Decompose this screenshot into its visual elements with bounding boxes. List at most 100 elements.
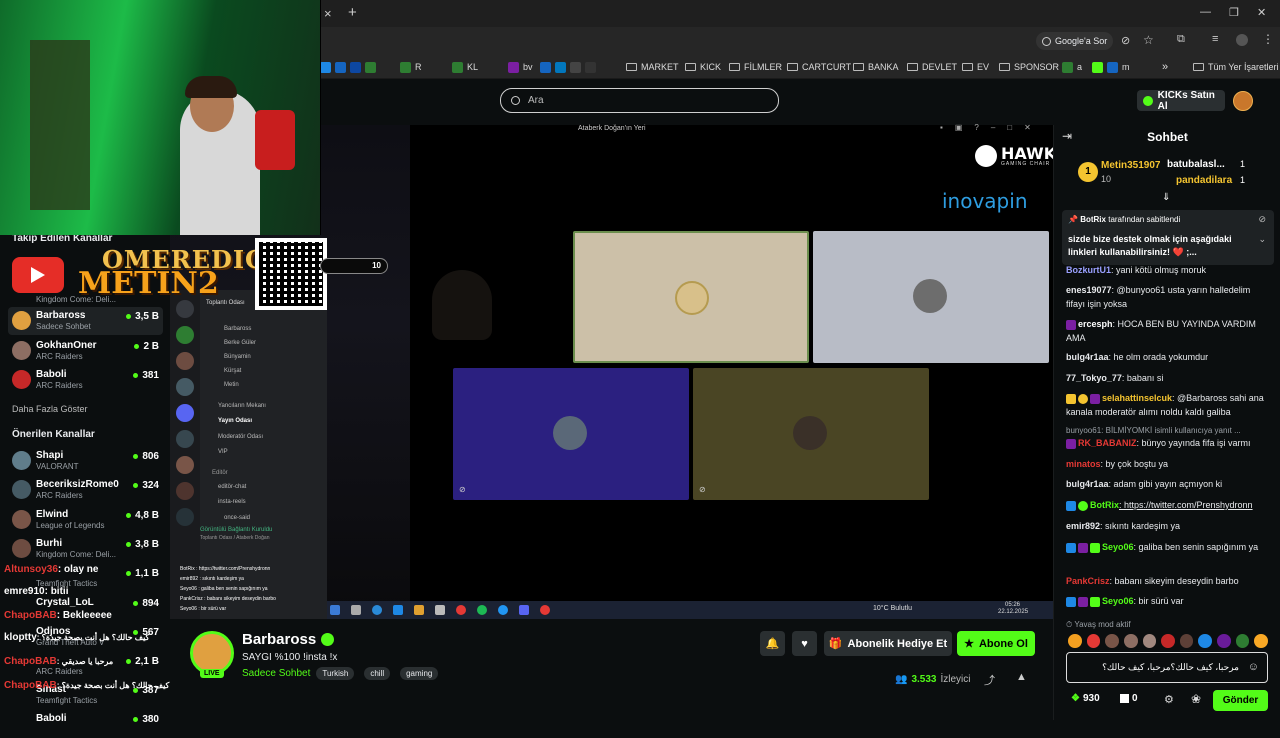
discord-voice-user[interactable]: Berke Güler bbox=[224, 340, 256, 346]
share-icon[interactable]: ⤴ bbox=[984, 672, 995, 688]
leaderboard-user[interactable]: pandadilara bbox=[1176, 175, 1232, 186]
more-menu-icon[interactable]: ⋮ bbox=[1262, 32, 1274, 46]
media-icon[interactable]: ≡ bbox=[1212, 33, 1218, 45]
show-more-link[interactable]: Daha Fazla Göster bbox=[12, 404, 88, 414]
tag[interactable]: Turkish bbox=[316, 667, 355, 680]
video-tile-2[interactable] bbox=[813, 231, 1049, 363]
discord-text-channel[interactable]: once-said bbox=[224, 515, 250, 521]
discord-voice-user[interactable]: Metin bbox=[224, 382, 239, 388]
discord-channel[interactable]: Moderatör Odası bbox=[218, 434, 263, 440]
bookmark-folder-kick[interactable]: KICK bbox=[685, 59, 721, 75]
chat-message: minatos: by çok boştu ya bbox=[1066, 459, 1169, 469]
close-window-icon[interactable]: ✕ bbox=[1257, 6, 1266, 19]
discord-category[interactable]: Editör bbox=[212, 470, 228, 476]
bookmark-folder-devlet[interactable]: DEVLET bbox=[907, 59, 957, 75]
bookmark-folder-filmler[interactable]: FİLMLER bbox=[729, 59, 782, 75]
search-input[interactable]: Ara bbox=[500, 88, 779, 113]
user-avatar[interactable] bbox=[1233, 91, 1253, 111]
meeting-window-controls[interactable]: ▪▣?–□✕ bbox=[940, 123, 1043, 132]
leaderboard-user[interactable]: Metin351907 bbox=[1101, 160, 1160, 171]
minimize-icon[interactable]: — bbox=[1200, 6, 1211, 18]
restore-icon[interactable]: ❐ bbox=[1229, 6, 1239, 19]
discord-channel[interactable]: Yancıların Mekanı bbox=[218, 403, 266, 409]
taskbar-apps[interactable] bbox=[330, 605, 550, 615]
bookmark-r[interactable]: R bbox=[400, 59, 422, 75]
expand-leaderboard-icon[interactable]: ⇓ bbox=[1162, 192, 1170, 203]
discord-text-channel[interactable]: insta-reels bbox=[218, 499, 246, 505]
video-tile-3[interactable]: ⊘ bbox=[453, 368, 689, 500]
discord-channel-active[interactable]: Yayın Odası bbox=[218, 418, 252, 424]
bookmark-all-folder[interactable]: Tüm Yer İşaretleri bbox=[1193, 59, 1279, 75]
report-icon[interactable]: ▲ bbox=[1016, 671, 1027, 683]
folder-icon bbox=[1193, 63, 1204, 71]
new-tab-button[interactable]: + bbox=[348, 4, 357, 21]
bookmark-icons-group[interactable] bbox=[320, 59, 376, 75]
close-tab-icon[interactable]: × bbox=[324, 6, 332, 21]
participant-avatar bbox=[675, 281, 709, 315]
unpin-icon[interactable]: ⊘ bbox=[1258, 214, 1266, 225]
profile-avatar[interactable] bbox=[1236, 34, 1248, 46]
bookmark-icons-group-2[interactable] bbox=[540, 59, 596, 75]
sidebar-channel-barbaross[interactable]: Barbaross Sadece Sohbet 3,5 B bbox=[8, 307, 163, 335]
emoji-icon[interactable]: ☺ bbox=[1248, 661, 1259, 673]
google-ask-button[interactable]: Google'a Sor bbox=[1036, 32, 1114, 50]
extensions-icon[interactable]: ⧉ bbox=[1177, 33, 1185, 46]
chat-input[interactable]: مرحبا، كيف حالك؟مرحبا، كيف حالك؟ ☺ bbox=[1066, 652, 1268, 683]
kicks-balance[interactable]: 0 bbox=[1120, 693, 1138, 704]
overlay-chat-line: Altunsoy36: olay ne bbox=[4, 564, 99, 575]
search-icon bbox=[511, 96, 520, 105]
channel-avatar bbox=[12, 480, 31, 499]
overlay-chat: Altunsoy36: olay ne emre910: bitii Chapo… bbox=[0, 560, 226, 720]
gift-subscription-button[interactable]: 🎁 Abonelik Hediye Et bbox=[824, 631, 952, 656]
sidebar-channel-baboli[interactable]: Baboli ARC Raiders 381 bbox=[8, 366, 163, 394]
leaderboard-user[interactable]: batubalasl... bbox=[1167, 159, 1225, 170]
streamer-name[interactable]: Barbaross bbox=[242, 631, 316, 648]
bookmark-folder-market[interactable]: MARKET bbox=[626, 59, 679, 75]
discord-voice-user[interactable]: Kürşat bbox=[224, 368, 241, 374]
bookmark-kl[interactable]: KL bbox=[452, 59, 478, 75]
bookmark-folder-sponsor[interactable]: SPONSOR bbox=[999, 59, 1059, 75]
star-icon[interactable]: ☆ bbox=[1143, 33, 1154, 47]
recommended-channel[interactable]: Burhi Kingdom Come: Deli... 3,8 B bbox=[8, 535, 163, 563]
overlay-chat-line: kloptty: كيف حالك؟ هل أنت بصحة جيدة؟ bbox=[4, 632, 150, 643]
channel-points[interactable]: ❖ 930 bbox=[1071, 693, 1100, 704]
chat-settings-icon[interactable]: ⚙ bbox=[1164, 693, 1174, 706]
mini-chat-line: PankCrisz : babanı sikeyim deseydin barb… bbox=[180, 596, 276, 602]
chat-message: Seyo06: bir sürü var bbox=[1066, 594, 1271, 608]
bookmark-m[interactable]: m bbox=[1092, 59, 1130, 75]
emote-bar[interactable] bbox=[1068, 634, 1269, 648]
recommended-channel[interactable]: Elwind League of Legends 4,8 B bbox=[8, 506, 163, 534]
pinned-message[interactable]: 📌 BotRix tarafından sabitlendi sizde biz… bbox=[1062, 210, 1274, 265]
gift-icon[interactable]: ❀ bbox=[1191, 692, 1201, 706]
tag[interactable]: chill bbox=[364, 667, 391, 680]
bookmarks-overflow-button[interactable]: » bbox=[1162, 59, 1168, 75]
tag[interactable]: gaming bbox=[400, 667, 439, 680]
recommended-channel[interactable]: BeceriksizRome0 ARC Raiders 324 bbox=[8, 476, 163, 504]
bookmark-folder-ev[interactable]: EV bbox=[962, 59, 989, 75]
video-tile-4[interactable]: ⊘ bbox=[693, 368, 929, 500]
bookmark-a[interactable]: a bbox=[1062, 59, 1082, 75]
recommended-channel[interactable]: Shapi VALORANT 806 bbox=[8, 447, 163, 475]
bookmark-folder-cartcurt[interactable]: CARTCURT bbox=[787, 59, 851, 75]
discord-voice-user[interactable]: Barbaross bbox=[224, 326, 251, 332]
video-tile-1[interactable] bbox=[573, 231, 809, 363]
send-button[interactable]: Gönder bbox=[1213, 690, 1268, 711]
eye-off-icon[interactable]: ⊘ bbox=[1121, 34, 1130, 47]
youtube-icon bbox=[12, 257, 64, 293]
buy-kicks-button[interactable]: KICKs Satın Al bbox=[1137, 90, 1225, 112]
bookmark-folder-banka[interactable]: BANKA bbox=[853, 59, 899, 75]
discord-servers[interactable] bbox=[176, 300, 194, 526]
subscribe-button[interactable]: ★ Abone Ol bbox=[957, 631, 1035, 656]
chevron-down-icon[interactable]: ⌄ bbox=[1258, 234, 1266, 245]
discord-panel: Toplantı Odası Barbaross Berke Güler Bün… bbox=[170, 290, 327, 620]
follow-heart-button[interactable]: ♥ bbox=[792, 631, 817, 656]
sidebar-channel-gokhanoner[interactable]: GokhanOner ARC Raiders 2 B bbox=[8, 337, 163, 365]
stream-category[interactable]: Sadece Sohbet bbox=[242, 668, 310, 679]
discord-voice-user[interactable]: Bünyamin bbox=[224, 354, 251, 360]
notification-bell-button[interactable]: 🔔 bbox=[760, 631, 785, 656]
chat-link[interactable]: : https://twitter.com/Prenshydronn bbox=[1119, 500, 1253, 510]
folder-icon bbox=[999, 63, 1010, 71]
discord-text-channel[interactable]: editör-chat bbox=[218, 484, 246, 490]
discord-channel[interactable]: VIP bbox=[218, 449, 228, 455]
bookmark-bv[interactable]: bv bbox=[508, 59, 533, 75]
